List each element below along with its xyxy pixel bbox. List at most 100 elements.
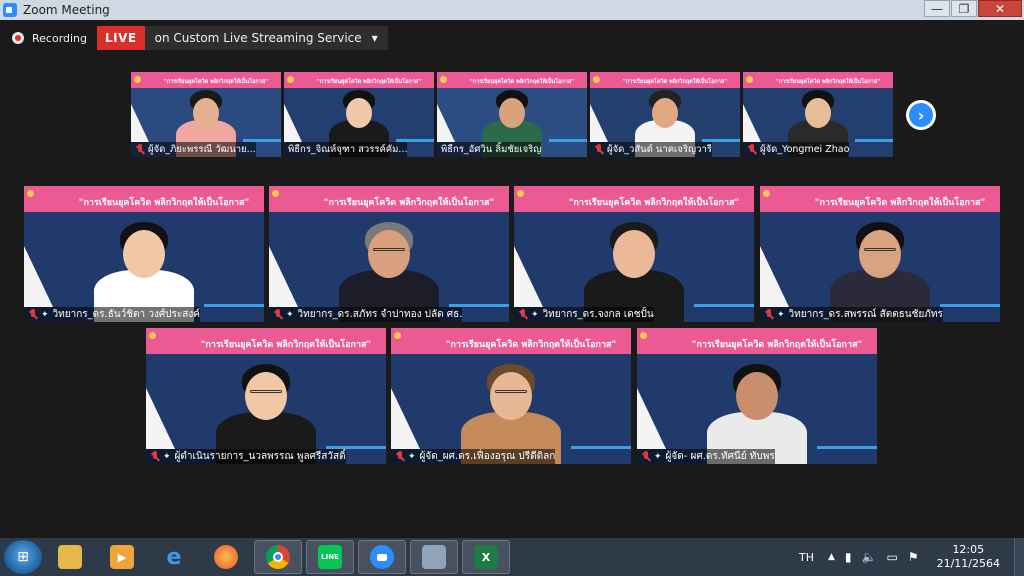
taskbar-media-player[interactable]: ▶ xyxy=(98,540,146,574)
minimize-button[interactable]: — xyxy=(924,0,950,17)
background-triangle xyxy=(437,104,455,142)
live-badge[interactable]: LIVE xyxy=(97,26,145,50)
participant-name: ผู้จัด_Yongmei Zhao xyxy=(760,144,850,155)
clock-date: 21/11/2564 xyxy=(936,557,1000,570)
taskbar-explorer[interactable] xyxy=(46,540,94,574)
clock[interactable]: 12:05 21/11/2564 xyxy=(937,543,1000,571)
excel-icon: X xyxy=(474,545,498,569)
glasses xyxy=(495,389,527,393)
taskbar-calculator[interactable] xyxy=(410,540,458,574)
webinar-banner: "การเรียนยุคโควิด พลิกวิกฤตให้เป็นโอกาส" xyxy=(743,72,893,88)
zoom-meeting-window: Zoom Meeting — ❐ ✕ Recording LIVE on Cus… xyxy=(0,0,1024,576)
banner-title: "การเรียนยุคโควิด พลิกวิกฤตให้เป็นโอกาส" xyxy=(469,79,575,85)
participant-name-bar: ✦ ผู้จัด- ผศ.ดร.ทัศนีย์ ทับพร xyxy=(637,449,775,464)
background-strip xyxy=(694,304,754,307)
next-page-button[interactable]: › xyxy=(906,100,936,130)
participant-video-tile[interactable]: "การเรียนยุคโควิด พลิกวิกฤตให้เป็นโอกาส"… xyxy=(24,186,264,322)
participant-name-bar: ✦ วิทยากร_ดร.ธันว์ชิตา วงศ์ประสงค์ xyxy=(24,307,200,322)
window-title: Zoom Meeting xyxy=(23,3,110,17)
background-strip xyxy=(549,139,587,142)
participant-name-bar: ผู้จัด_ภิยะพรรณี วัฒนาย... xyxy=(131,142,256,157)
background-strip xyxy=(855,139,893,142)
participant-video-tile[interactable]: "การเรียนยุคโควิด พลิกวิกฤตให้เป็นโอกาส"… xyxy=(760,186,1000,322)
participant-name: ผู้จัด- ผศ.ดร.ทัศนีย์ ทับพร xyxy=(665,451,775,462)
banner-title: "การเรียนยุคโควิด พลิกวิกฤตให้เป็นโอกาส" xyxy=(622,79,728,85)
participant-face xyxy=(499,98,525,128)
mic-muted-icon xyxy=(641,450,651,463)
background-triangle xyxy=(131,104,149,142)
webinar-banner: "การเรียนยุคโควิด พลิกวิกฤตให้เป็นโอกาส" xyxy=(637,328,877,354)
participant-video-tile[interactable]: "การเรียนยุคโควิด พลิกวิกฤตให้เป็นโอกาส"… xyxy=(743,72,893,157)
volume-icon[interactable]: 🔈 xyxy=(862,550,877,564)
language-indicator[interactable]: TH xyxy=(799,551,814,564)
participant-face xyxy=(736,372,778,420)
mic-muted-icon xyxy=(518,308,528,321)
chevron-down-icon: ▼ xyxy=(371,33,378,43)
webinar-banner: "การเรียนยุคโควิด พลิกวิกฤตให้เป็นโอกาส" xyxy=(514,186,754,212)
participant-name-bar: ✦ วิทยากร_ดร.สภัทร จำปาทอง ปลัด ศธ. xyxy=(269,307,463,322)
show-desktop-button[interactable] xyxy=(1014,538,1024,576)
webinar-banner: "การเรียนยุคโควิด พลิกวิกฤตให้เป็นโอกาส" xyxy=(131,72,281,88)
participant-name-bar: ✦ วิทยากร_ดร.สพรรณ์ สัตตธนชัยภัทร xyxy=(760,307,943,322)
mic-muted-icon xyxy=(135,143,145,156)
background-strip xyxy=(204,304,264,307)
participant-face xyxy=(859,230,901,278)
glasses xyxy=(373,247,405,251)
close-button[interactable]: ✕ xyxy=(978,0,1022,17)
mic-muted-icon xyxy=(395,450,405,463)
action-center-flag-icon[interactable]: ⚑ xyxy=(908,550,919,564)
participant-face xyxy=(805,98,831,128)
taskbar-chrome[interactable] xyxy=(254,540,302,574)
spotlight-pin-icon: ✦ xyxy=(408,451,416,462)
participant-name: วิทยากร_ดร.ธันว์ชิตา วงศ์ประสงค์ xyxy=(52,309,200,320)
background-triangle xyxy=(514,246,543,307)
university-crest-icon xyxy=(287,76,294,83)
taskbar-zoom[interactable] xyxy=(358,540,406,574)
participant-video-tile[interactable]: "การเรียนยุคโควิด พลิกวิกฤตให้เป็นโอกาส"… xyxy=(437,72,587,157)
spotlight-pin-icon: ✦ xyxy=(654,451,662,462)
recording-bar: Recording LIVE on Custom Live Streaming … xyxy=(0,22,1024,54)
taskbar-line[interactable]: LINE xyxy=(306,540,354,574)
recording-icon[interactable] xyxy=(12,32,24,44)
participant-name-bar: พิธีกร_จิณห์จุฑา สวรรค์คัม... xyxy=(284,142,408,157)
mic-muted-icon xyxy=(273,308,283,321)
mic-muted-icon xyxy=(747,143,757,156)
firefox-icon xyxy=(214,545,238,569)
participant-face xyxy=(346,98,372,128)
glasses xyxy=(250,389,282,393)
battery-icon[interactable]: ▭ xyxy=(886,550,897,564)
participant-video-tile[interactable]: "การเรียนยุคโควิด พลิกวิกฤตให้เป็นโอกาส"… xyxy=(284,72,434,157)
background-strip xyxy=(940,304,1000,307)
participant-video-tile[interactable]: "การเรียนยุคโควิด พลิกวิกฤตให้เป็นโอกาส"… xyxy=(391,328,631,464)
spotlight-pin-icon: ✦ xyxy=(777,309,785,320)
taskbar-firefox[interactable] xyxy=(202,540,250,574)
taskbar-excel[interactable]: X xyxy=(462,540,510,574)
zoom-logo-icon xyxy=(3,3,17,17)
live-stream-dropdown[interactable]: on Custom Live Streaming Service ▼ xyxy=(144,26,388,50)
participant-video-tile[interactable]: "การเรียนยุคโควิด พลิกวิกฤตให้เป็นโอกาส"… xyxy=(637,328,877,464)
taskbar-internet-explorer[interactable]: e xyxy=(150,540,198,574)
webinar-banner: "การเรียนยุคโควิด พลิกวิกฤตให้เป็นโอกาส" xyxy=(146,328,386,354)
banner-title: "การเรียนยุคโควิด พลิกวิกฤตให้เป็นโอกาส" xyxy=(163,79,269,85)
start-button[interactable]: ⊞ xyxy=(4,540,42,574)
participant-name: พิธีกร_อัศวิน ลิ้มชัยเจริญ xyxy=(441,144,542,155)
maximize-button[interactable]: ❐ xyxy=(951,0,977,17)
participant-video-tile[interactable]: "การเรียนยุคโควิด พลิกวิกฤตให้เป็นโอกาส"… xyxy=(269,186,509,322)
network-icon[interactable]: ▮ xyxy=(845,550,852,564)
show-hidden-icons-icon[interactable]: ▲ xyxy=(828,552,835,562)
mic-muted-icon xyxy=(594,143,604,156)
participant-name: วิทยากร_ดร.สภัทร จำปาทอง ปลัด ศธ. xyxy=(297,309,463,320)
university-crest-icon xyxy=(640,332,647,339)
participant-video-tile[interactable]: "การเรียนยุคโควิด พลิกวิกฤตให้เป็นโอกาส"… xyxy=(590,72,740,157)
banner-title: "การเรียนยุคโควิด พลิกวิกฤตให้เป็นโอกาส" xyxy=(323,198,495,208)
chevron-right-icon: › xyxy=(909,103,933,127)
title-bar: Zoom Meeting — ❐ ✕ xyxy=(0,0,1024,20)
mic-muted-icon xyxy=(28,308,38,321)
participant-name: ผู้จัด_ผศ.ดร.เฟื่องอรุณ ปรีดีดิลก xyxy=(419,451,556,462)
participant-video-tile[interactable]: "การเรียนยุคโควิด พลิกวิกฤตให้เป็นโอกาส"… xyxy=(514,186,754,322)
banner-title: "การเรียนยุคโควิด พลิกวิกฤตให้เป็นโอกาส" xyxy=(78,198,250,208)
participant-video-tile[interactable]: "การเรียนยุคโควิด พลิกวิกฤตให้เป็นโอกาส"… xyxy=(131,72,281,157)
banner-title: "การเรียนยุคโควิด พลิกวิกฤตให้เป็นโอกาส" xyxy=(200,340,372,350)
participant-face xyxy=(193,98,219,128)
participant-video-tile[interactable]: "การเรียนยุคโควิด พลิกวิกฤตให้เป็นโอกาส"… xyxy=(146,328,386,464)
